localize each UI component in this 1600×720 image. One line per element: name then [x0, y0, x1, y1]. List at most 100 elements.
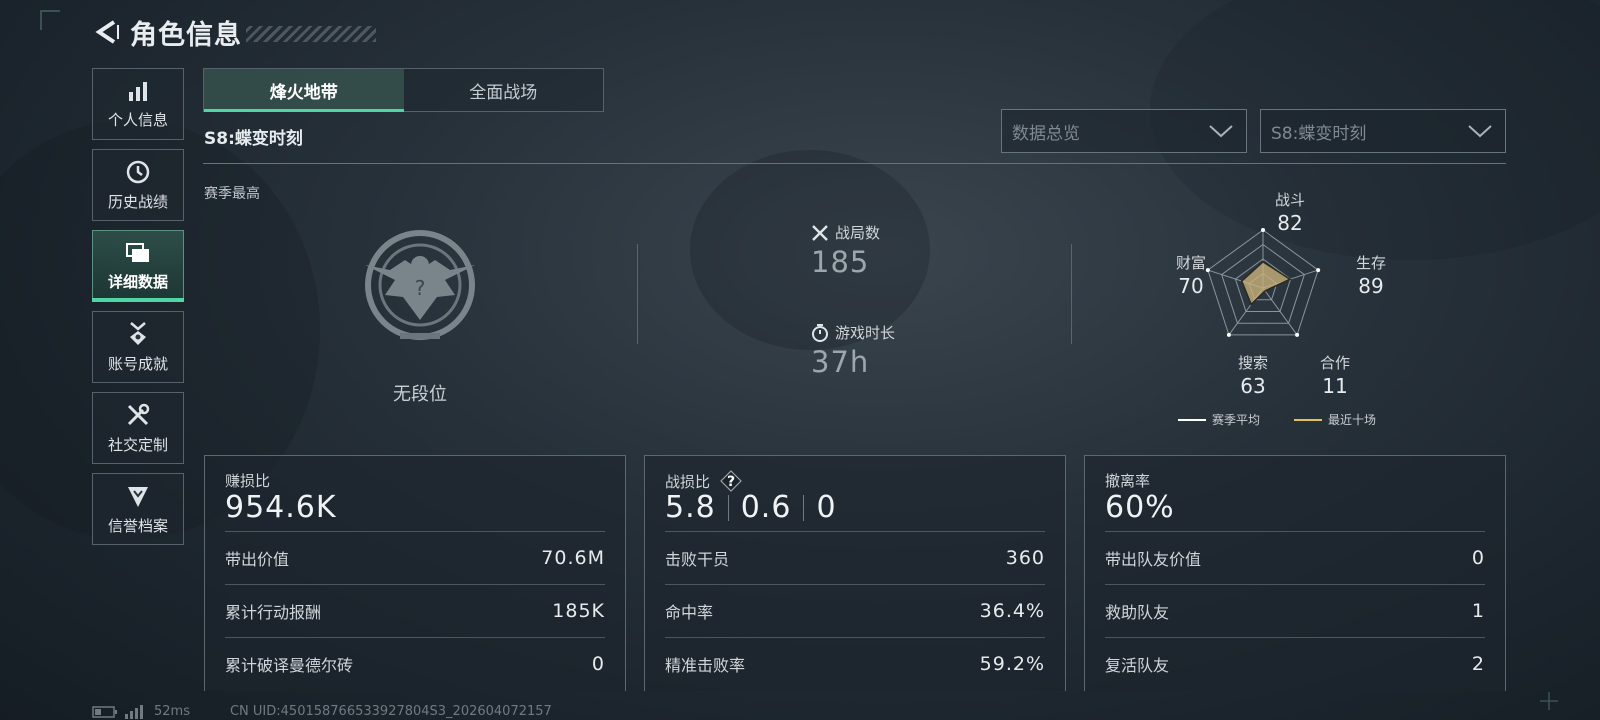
- radar-value-survival: 89: [1358, 273, 1384, 298]
- battery-icon: [92, 705, 117, 718]
- extract-card: 撤离率 60% 带出队友价值 0 救助队友 1 复活队友 2: [1084, 455, 1506, 691]
- radar-value-combat: 82: [1277, 210, 1303, 235]
- sidebar-item-label: 个人信息: [107, 110, 168, 129]
- combat-card: 战损比 ? 5.8 0.6 0 击败干员 360 命中率 36.4% 精准击败率…: [644, 455, 1066, 691]
- kd-value: 5.8: [665, 490, 716, 525]
- corner-decoration: [40, 10, 60, 30]
- profit-card: 赚损比 954.6K 带出价值 70.6M 累计行动报酬 185K 累计破译曼德…: [204, 455, 626, 691]
- sidebar-item-details[interactable]: 详细数据: [92, 230, 184, 302]
- card-row: 命中率 36.4%: [665, 584, 1045, 637]
- svg-text:?: ?: [415, 276, 426, 300]
- radar-label-cooperation: 合作 11: [1310, 355, 1360, 397]
- sidebar-item-profile[interactable]: 个人信息: [92, 68, 184, 140]
- sidebar-item-label: 社交定制: [107, 435, 168, 454]
- card-main-value: 60%: [1105, 490, 1175, 525]
- help-icon[interactable]: ?: [720, 470, 742, 492]
- radar-axis-dot: [1316, 268, 1321, 273]
- history-clock-icon: [126, 160, 150, 183]
- card-title-wrap: 战损比 ?: [665, 470, 742, 492]
- season-title: S8:蝶变时刻: [204, 129, 303, 149]
- tab-warzone[interactable]: 烽火地带: [204, 69, 404, 112]
- radar-value-cooperation: 11: [1322, 373, 1348, 398]
- radar-axis-dot: [1261, 228, 1265, 232]
- card-title: 撤离率: [1105, 472, 1151, 490]
- back-arrow-icon[interactable]: [92, 17, 122, 47]
- title-decoration: [246, 26, 376, 42]
- chevron-down-icon: [1468, 125, 1492, 138]
- season-dropdown-value: S8:蝶变时刻: [1271, 123, 1367, 144]
- overview-dropdown[interactable]: 数据总览: [1001, 109, 1247, 153]
- radar-chart: 战斗 82 生存 89 合作 11 搜索 63 财富 70: [1160, 188, 1420, 428]
- legend-season-avg: 赛季平均: [1178, 411, 1260, 428]
- card-row: 击败干员 360: [665, 531, 1045, 584]
- sidebar-item-reputation[interactable]: 信誉档案: [92, 473, 184, 545]
- value-separator: [727, 494, 729, 521]
- season-dropdown[interactable]: S8:蝶变时刻: [1260, 109, 1506, 153]
- rank-emblem-icon: ?: [365, 230, 475, 340]
- overview-dropdown-value: 数据总览: [1012, 123, 1080, 144]
- bar-chart-icon: [129, 81, 147, 101]
- card-row: 救助队友 1: [1105, 584, 1485, 637]
- sidebar-item-label: 历史战绩: [107, 192, 168, 211]
- card-title: 赚损比: [225, 472, 271, 490]
- rank-text: 无段位: [393, 384, 447, 405]
- radar-label-combat: 战斗 82: [1266, 192, 1314, 234]
- background-satellite-dish: [690, 150, 930, 350]
- radar-legend: 赛季平均 最近十场: [1178, 411, 1410, 428]
- sidebar-item-history[interactable]: 历史战绩: [92, 149, 184, 221]
- card-row: 带出队友价值 0: [1105, 531, 1485, 584]
- header-divider: [203, 163, 1506, 164]
- crossed-swords-icon: [812, 224, 828, 241]
- radar-value-shape: [1240, 260, 1292, 306]
- ping-value: 52ms: [154, 704, 190, 719]
- playtime-label: 游戏时长: [835, 324, 896, 342]
- status-footer: 52ms CN UID:450158766533927804S3_2026040…: [92, 704, 552, 719]
- highlights-divider: [637, 244, 638, 344]
- sidebar-item-label: 信誉档案: [107, 516, 168, 535]
- card-row: 带出价值 70.6M: [225, 531, 605, 584]
- matches-label: 战局数: [835, 224, 881, 242]
- uid-text: CN UID:450158766533927804S3_202604072157: [229, 704, 552, 719]
- card-row: 精准击败率 59.2%: [665, 637, 1045, 690]
- legend-recent-ten: 最近十场: [1294, 411, 1376, 428]
- mode-tabs: 烽火地带 全面战场: [203, 68, 604, 112]
- card-title: 战损比: [665, 472, 711, 491]
- radar-label-wealth: 财富 70: [1166, 255, 1216, 297]
- card-main-value: 954.6K: [225, 490, 337, 525]
- sidebar: 个人信息 历史战绩 详细数据 账号成就 社交定制 信誉档案: [92, 68, 184, 554]
- radar-axis-dot: [1226, 332, 1231, 337]
- matches-stat: 战局数 185: [811, 222, 880, 279]
- tab-battlefield[interactable]: 全面战场: [404, 69, 604, 111]
- plus-decoration-icon: [1540, 692, 1558, 710]
- matches-value: 185: [811, 245, 870, 279]
- sidebar-item-label: 详细数据: [107, 272, 168, 291]
- card-row: 累计破译曼德尔砖 0: [225, 637, 605, 690]
- radar-value-wealth: 70: [1178, 273, 1204, 298]
- sidebar-item-label: 账号成就: [107, 354, 168, 373]
- radar-value-search: 63: [1240, 373, 1266, 398]
- sidebar-item-social[interactable]: 社交定制: [92, 392, 184, 464]
- kd-value-tertiary: 0: [816, 490, 837, 525]
- folders-icon: [126, 242, 149, 262]
- value-separator: [803, 494, 805, 521]
- section-label: 赛季最高: [204, 186, 260, 202]
- top-bar: 角色信息: [92, 12, 376, 52]
- playtime-value: 37h: [811, 345, 870, 379]
- highlights-divider: [1071, 244, 1072, 344]
- playtime-stat: 游戏时长 37h: [811, 322, 895, 379]
- tools-icon: [127, 403, 150, 425]
- legend-swatch: [1178, 418, 1206, 421]
- radar-axis-dot: [1295, 332, 1300, 337]
- kd-value-secondary: 0.6: [740, 490, 792, 525]
- chevron-down-icon: [1209, 125, 1233, 138]
- shield-badge-icon: [128, 486, 148, 507]
- signal-icon: [125, 704, 143, 719]
- card-row: 累计行动报酬 185K: [225, 584, 605, 637]
- radar-label-survival: 生存 89: [1346, 255, 1396, 297]
- card-main-value: 5.8 0.6 0: [665, 490, 837, 525]
- medal-icon: [130, 321, 146, 345]
- legend-swatch: [1294, 418, 1323, 421]
- radar-label-search: 搜索 63: [1228, 355, 1278, 397]
- sidebar-item-achievements[interactable]: 账号成就: [92, 311, 184, 383]
- svg-text:?: ?: [727, 474, 735, 490]
